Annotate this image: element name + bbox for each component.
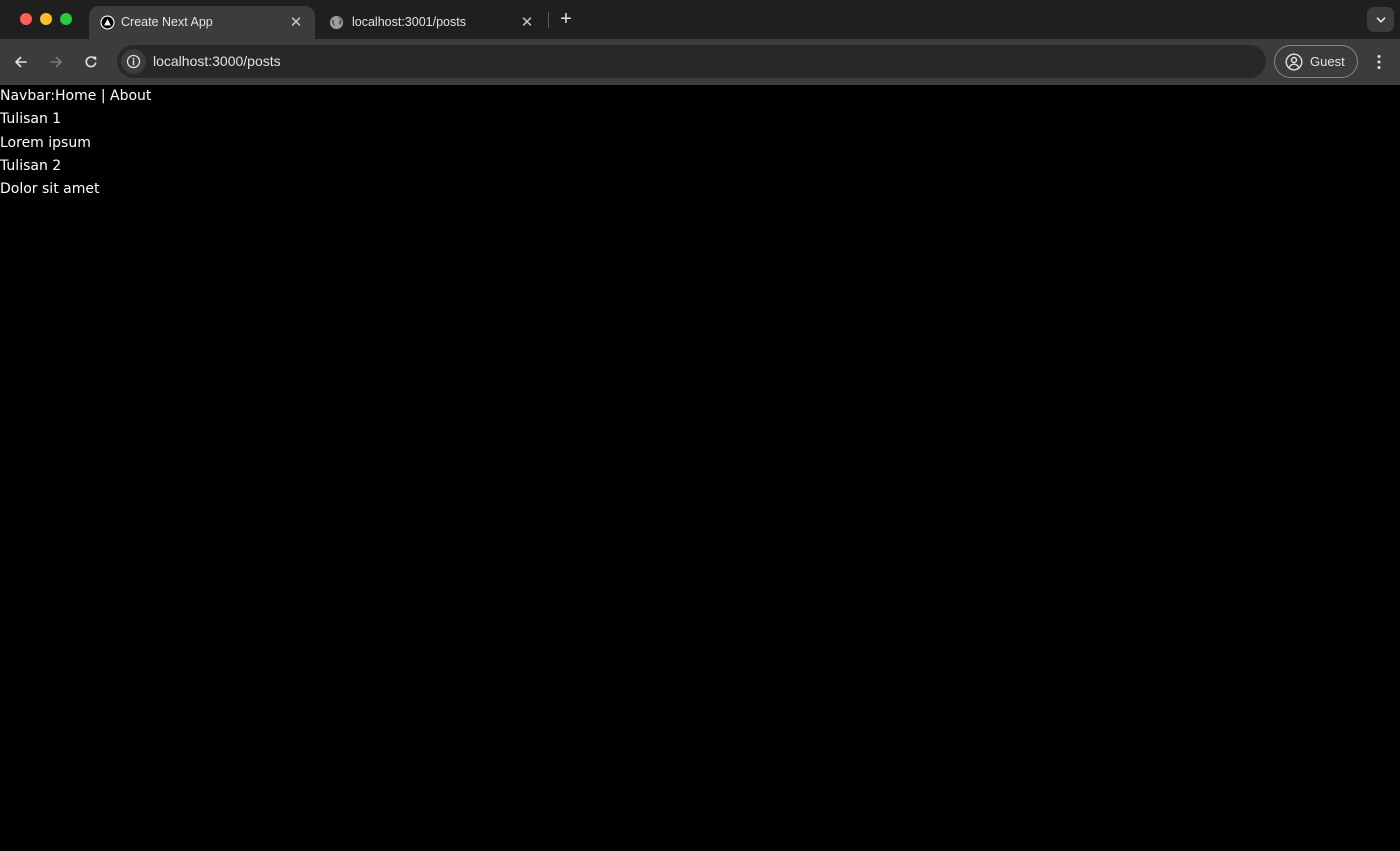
browser-toolbar: localhost:3000/posts Guest <box>0 39 1400 85</box>
window-minimize-button[interactable] <box>40 13 52 25</box>
navbar: Navbar:Home | About <box>0 85 1400 108</box>
close-tab-icon[interactable]: ✕ <box>518 13 536 31</box>
reload-icon <box>85 56 97 68</box>
post-body: Dolor sit amet <box>0 181 100 198</box>
address-bar[interactable]: localhost:3000/posts <box>117 45 1266 78</box>
browser-menu-button[interactable] <box>1370 51 1388 73</box>
reload-button[interactable] <box>80 51 102 73</box>
post-title: Tulisan 2 <box>0 157 62 174</box>
browser-window: Create Next App ✕ localhost:3001/posts ✕… <box>0 0 1400 851</box>
tab-title: Create Next App <box>121 15 213 29</box>
tab-create-next-app[interactable]: Create Next App ✕ <box>89 6 315 39</box>
tab-divider <box>548 12 549 28</box>
post-body: Lorem ipsum <box>0 134 91 151</box>
user-circle-icon <box>1285 53 1303 71</box>
forward-button[interactable] <box>45 51 67 73</box>
window-close-button[interactable] <box>20 13 32 25</box>
more-vertical-icon <box>1377 55 1381 69</box>
post-title: Tulisan 1 <box>0 111 62 128</box>
globe-icon <box>328 14 344 30</box>
nextjs-triangle-icon <box>99 14 115 30</box>
back-button[interactable] <box>10 51 32 73</box>
info-icon <box>126 54 141 69</box>
nav-link-about[interactable]: About <box>110 88 151 104</box>
tab-title: localhost:3001/posts <box>352 15 466 29</box>
nav-link-home[interactable]: Home <box>55 88 96 104</box>
profile-button[interactable]: Guest <box>1274 45 1358 78</box>
tab-search-button[interactable] <box>1367 7 1394 32</box>
chevron-down-icon <box>1376 16 1385 23</box>
url-text[interactable]: localhost:3000/posts <box>153 53 281 70</box>
profile-label: Guest <box>1310 54 1345 69</box>
page-viewport: Navbar:Home | About Tulisan 1 Lorem ipsu… <box>0 85 1400 851</box>
tab-strip: Create Next App ✕ localhost:3001/posts ✕… <box>0 0 1400 39</box>
arrow-left-icon <box>15 56 27 68</box>
arrow-right-icon <box>50 56 62 68</box>
close-tab-icon[interactable]: ✕ <box>287 13 305 31</box>
new-tab-button[interactable]: + <box>556 9 576 29</box>
nav-separator: | <box>96 88 110 104</box>
site-info-button[interactable] <box>121 49 146 74</box>
tab-localhost-3001-posts[interactable]: localhost:3001/posts ✕ <box>318 6 548 39</box>
window-maximize-button[interactable] <box>60 13 72 25</box>
post-item: Tulisan 1 Lorem ipsum <box>0 108 1400 155</box>
post-item: Tulisan 2 Dolor sit amet <box>0 155 1400 202</box>
navbar-prefix: Navbar: <box>0 88 56 104</box>
